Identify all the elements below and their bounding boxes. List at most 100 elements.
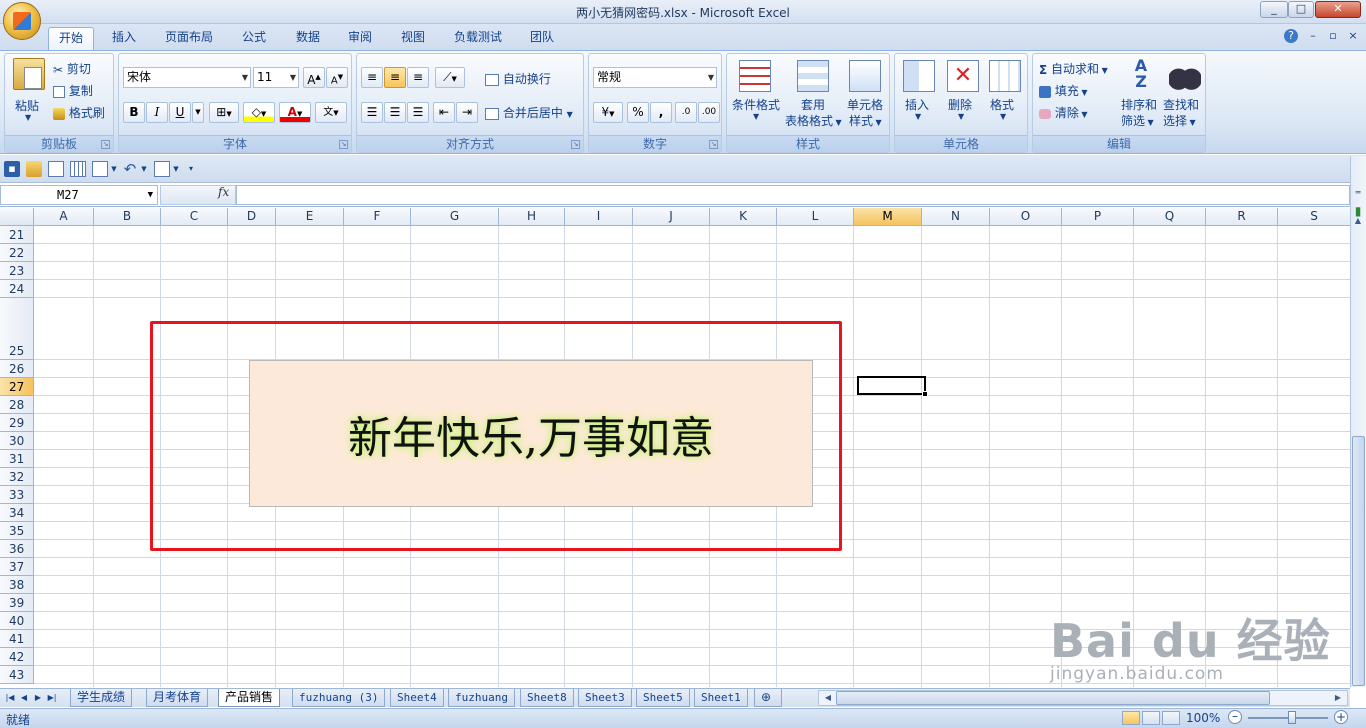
column-header-m[interactable]: M (854, 208, 922, 226)
tab-formulas[interactable]: 公式 (234, 27, 274, 50)
row-header-29[interactable]: 29 (0, 414, 34, 432)
page-break-view-icon[interactable] (1162, 711, 1180, 725)
office-button[interactable] (3, 2, 41, 40)
close-button[interactable]: ✕ (1315, 1, 1361, 18)
fill-color-icon[interactable]: ◇▼ (243, 102, 275, 123)
open-icon[interactable] (26, 161, 42, 177)
comma-button[interactable]: , (650, 102, 672, 123)
row-header-35[interactable]: 35 (0, 522, 34, 540)
row-header-23[interactable]: 23 (0, 262, 34, 280)
row-header-36[interactable]: 36 (0, 540, 34, 558)
wrap-text-button[interactable]: 自动换行 (485, 70, 551, 87)
page-setup-dropdown-icon[interactable]: ▼ (110, 161, 118, 177)
copy-button[interactable]: 复制 (53, 82, 93, 99)
column-header-e[interactable]: E (276, 208, 344, 226)
first-sheet-icon[interactable]: |◀ (4, 692, 16, 704)
format-dropdown-icon[interactable]: ▼ (1000, 112, 1006, 121)
align-top-icon[interactable]: ≡ (361, 67, 383, 88)
format-table-label-1[interactable]: 套用 (801, 96, 825, 113)
fill-handle[interactable] (922, 391, 928, 397)
row-header-24[interactable]: 24 (0, 280, 34, 298)
font-color-icon[interactable]: A▼ (279, 102, 311, 123)
italic-icon[interactable]: I (146, 102, 168, 123)
sheet-tab-active[interactable]: 产品销售 (218, 689, 281, 707)
phonetic-icon[interactable]: 文▼ (315, 102, 347, 123)
page-layout-view-icon[interactable] (1142, 711, 1160, 725)
minimize-button[interactable]: _ (1260, 1, 1288, 18)
row-header-22[interactable]: 22 (0, 244, 34, 262)
borders-icon[interactable]: ⊞▼ (209, 102, 239, 123)
font-name-combo[interactable]: 宋体 ▼ (123, 67, 251, 88)
split-box-icon[interactable]: ═ (1351, 186, 1365, 197)
row-header-39[interactable]: 39 (0, 594, 34, 612)
sheet-tab-5[interactable]: Sheet4 (390, 689, 444, 707)
row-header-30[interactable]: 30 (0, 432, 34, 450)
clear-button[interactable]: 清除 ▼ (1039, 104, 1088, 121)
formula-input[interactable] (236, 185, 1350, 205)
undo-icon[interactable]: ↶ (122, 161, 138, 177)
format-cells-button[interactable]: 格式 (990, 96, 1014, 113)
shrink-font-icon[interactable]: A▼ (326, 67, 348, 88)
bold-icon[interactable]: B (123, 102, 145, 123)
format-table-button[interactable]: 表格格式 ▼ (785, 112, 842, 129)
row-header-21[interactable]: 21 (0, 226, 34, 244)
cell-styles-button[interactable]: 样式 ▼ (849, 112, 882, 129)
decrease-decimal-icon[interactable]: .00 (698, 102, 720, 123)
column-header-g[interactable]: G (411, 208, 499, 226)
page-setup-icon[interactable] (92, 161, 108, 177)
align-center-icon[interactable]: ☰ (384, 102, 406, 123)
align-right-icon[interactable]: ☰ (407, 102, 429, 123)
number-format-dropdown-icon[interactable]: ▼ (708, 68, 714, 87)
column-header-r[interactable]: R (1206, 208, 1278, 226)
zoom-out-icon[interactable]: – (1228, 710, 1242, 724)
currency-icon[interactable]: ¥▼ (593, 102, 623, 123)
tab-insert[interactable]: 插入 (104, 27, 144, 50)
column-header-n[interactable]: N (922, 208, 990, 226)
row-header-37[interactable]: 37 (0, 558, 34, 576)
cell-styles-label-1[interactable]: 单元格 (847, 96, 883, 113)
tab-load-test[interactable]: 负载测试 (446, 27, 510, 50)
autosum-button[interactable]: Σ 自动求和 ▼ (1039, 60, 1108, 77)
percent-button[interactable]: % (627, 102, 649, 123)
sheet-tab-10[interactable]: Sheet1 (694, 689, 748, 707)
prev-sheet-icon[interactable]: ◀ (18, 692, 30, 704)
tab-data[interactable]: 数据 (288, 27, 328, 50)
print-preview-icon[interactable] (48, 161, 64, 177)
copy-format-dropdown-icon[interactable]: ▼ (172, 161, 180, 177)
column-header-f[interactable]: F (344, 208, 411, 226)
tab-review[interactable]: 审阅 (340, 27, 380, 50)
insert-sheet-icon[interactable]: ⊕ (754, 689, 782, 707)
scroll-right-icon[interactable]: ▶ (1331, 691, 1345, 705)
row-header-34[interactable]: 34 (0, 504, 34, 522)
select-all-corner[interactable] (0, 208, 34, 226)
column-header-o[interactable]: O (990, 208, 1062, 226)
row-header-32[interactable]: 32 (0, 468, 34, 486)
column-header-p[interactable]: P (1062, 208, 1134, 226)
workbook-close-icon[interactable]: × (1346, 29, 1360, 43)
table-icon[interactable] (70, 161, 86, 177)
increase-decimal-icon[interactable]: .0 (675, 102, 697, 123)
column-header-l[interactable]: L (777, 208, 854, 226)
scroll-left-icon[interactable]: ◀ (821, 691, 835, 705)
column-header-a[interactable]: A (34, 208, 94, 226)
font-size-dropdown-icon[interactable]: ▼ (290, 68, 296, 87)
sheet-tab-4[interactable]: fuzhuang (3) (292, 689, 386, 707)
vertical-scroll-thumb[interactable] (1352, 436, 1365, 686)
row-header-26[interactable]: 26 (0, 360, 34, 378)
column-header-j[interactable]: J (633, 208, 710, 226)
column-header-c[interactable]: C (161, 208, 228, 226)
name-box[interactable]: M27 ▼ (0, 185, 158, 205)
sheet-tab-6[interactable]: fuzhuang (448, 689, 515, 707)
format-painter-button[interactable]: 格式刷 (53, 104, 105, 121)
ribbon-restore-icon[interactable]: ▫ (1326, 29, 1340, 43)
sheet-tab-7[interactable]: Sheet8 (520, 689, 574, 707)
text-box[interactable]: 新年快乐,万事如意 (249, 360, 813, 507)
column-header-i[interactable]: I (565, 208, 633, 226)
grow-font-icon[interactable]: A▲ (303, 67, 325, 88)
increase-indent-icon[interactable]: ⇥ (456, 102, 478, 123)
ribbon-minimize-icon[interactable]: – (1306, 29, 1320, 43)
customize-qat-icon[interactable]: ▾ (186, 161, 196, 177)
column-header-d[interactable]: D (228, 208, 276, 226)
alignment-launcher-icon[interactable]: ↘ (571, 140, 580, 149)
zoom-in-icon[interactable]: + (1334, 710, 1348, 724)
